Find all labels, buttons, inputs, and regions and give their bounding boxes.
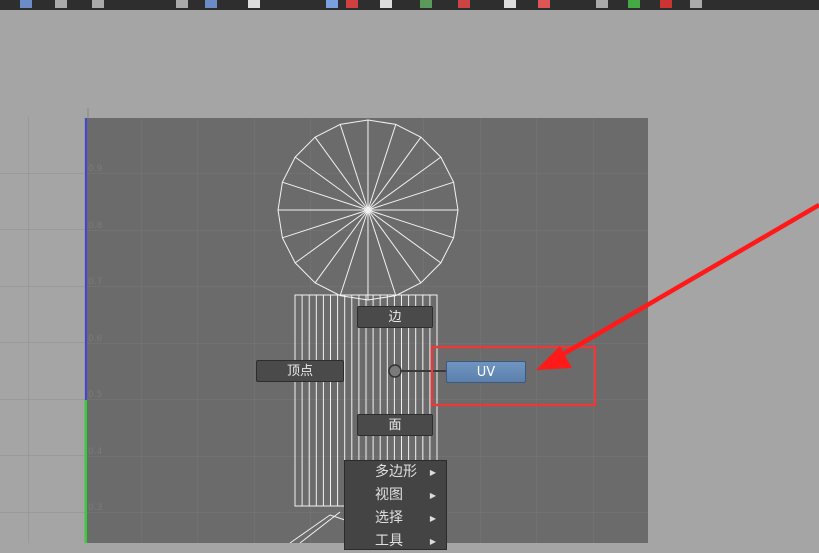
- cut-icon[interactable]: [538, 0, 550, 8]
- axis-label: 0.8: [88, 221, 103, 231]
- color-icon[interactable]: [346, 0, 358, 8]
- menu-item-label: 选择: [375, 510, 403, 526]
- menu-item-view[interactable]: 视图 ▶: [345, 484, 446, 507]
- axis-label: 0.6: [88, 334, 103, 344]
- dots-icon[interactable]: [92, 0, 104, 8]
- marking-menu-face[interactable]: 面: [357, 414, 433, 436]
- axis-label: 0.3: [88, 503, 103, 513]
- document-icon[interactable]: [248, 0, 260, 8]
- marking-menu-uv[interactable]: UV: [446, 361, 526, 383]
- chevron-right-icon: ▶: [429, 468, 436, 477]
- frame-icon[interactable]: [176, 0, 188, 8]
- snap-icon[interactable]: [205, 0, 217, 8]
- uv-tool-icon[interactable]: [20, 0, 32, 8]
- chevron-right-icon: ▶: [429, 514, 436, 523]
- pin-icon[interactable]: [458, 0, 470, 8]
- marking-menu-edge[interactable]: 边: [357, 306, 433, 328]
- sew-icon[interactable]: [596, 0, 608, 8]
- toolbar: [0, 0, 819, 10]
- menu-item-label: 多边形: [375, 464, 417, 480]
- axis-label: 0.5: [88, 390, 103, 400]
- axis-label: 0.4: [88, 447, 103, 457]
- chevron-right-icon: ▶: [429, 537, 436, 546]
- submenu-list: 多边形 ▶ 视图 ▶ 选择 ▶ 工具 ▶: [344, 460, 447, 550]
- axis-label: 0.9: [88, 164, 103, 174]
- menu-item-label: 工具: [375, 533, 403, 549]
- marking-menu-vertex[interactable]: 顶点: [256, 360, 344, 382]
- uv-editor-viewport[interactable]: 0.9 0.8 0.7 0.6 0.5 0.4 0.3 边 顶点 UV 面 多边形 ▶ 视图…: [0, 0, 819, 550]
- chevron-right-icon: ▶: [429, 491, 436, 500]
- menu-item-polygon[interactable]: 多边形 ▶: [345, 461, 446, 484]
- vertex-icon[interactable]: [628, 0, 640, 8]
- outer-grid: [0, 117, 86, 543]
- move-icon[interactable]: [55, 0, 67, 8]
- menu-item-label: 视图: [375, 487, 403, 503]
- grid-icon[interactable]: [420, 0, 432, 8]
- menu-item-select[interactable]: 选择 ▶: [345, 507, 446, 530]
- shade-icon[interactable]: [380, 0, 392, 8]
- axis-label: 0.7: [88, 277, 103, 287]
- menu-item-tools[interactable]: 工具 ▶: [345, 530, 446, 553]
- face-icon[interactable]: [690, 0, 702, 8]
- marking-menu-center: [388, 364, 402, 378]
- checker-icon[interactable]: [326, 0, 338, 8]
- light-icon[interactable]: [504, 0, 516, 8]
- edge-icon[interactable]: [660, 0, 672, 8]
- cap-uv-shell[interactable]: [277, 119, 459, 301]
